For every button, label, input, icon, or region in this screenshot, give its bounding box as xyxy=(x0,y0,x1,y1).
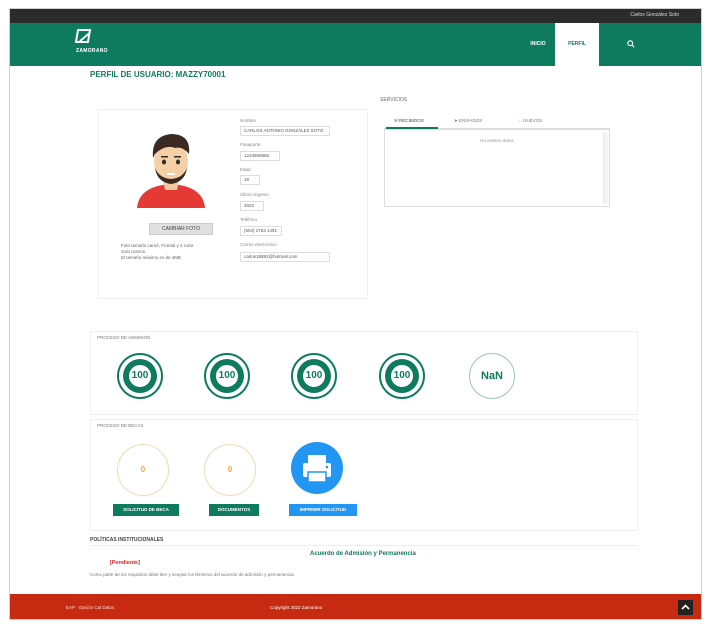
top-bar: Carlos González Soto xyxy=(10,9,701,23)
documentos-button[interactable]: DOCUMENTOS xyxy=(209,504,259,516)
services-tabs: ✉ RECIBIDOS ➤ ENVIADOS ☆ NUEVOS xyxy=(384,115,610,129)
becas-counter: 0 xyxy=(204,444,256,496)
tab-enviados[interactable]: ➤ ENVIADOS xyxy=(454,118,482,124)
profile-card: CAMBIAR FOTO Foto tamaño carné, Frontal … xyxy=(90,97,626,305)
change-photo-button[interactable]: CAMBIAR FOTO xyxy=(149,223,213,235)
progress-value: 100 xyxy=(128,364,152,388)
becas-section: PROCESO DE BECAS 0 0 SOLICITUD DE BECA D… xyxy=(90,419,638,531)
back-to-top-button[interactable] xyxy=(678,600,693,615)
logo-text: ZAMORANO xyxy=(76,48,108,54)
telefono-field[interactable]: (504) 2763 1491 xyxy=(240,226,282,236)
field-label-ultimo-ingreso: Último ingreso xyxy=(240,192,269,197)
zamorano-logo[interactable]: ZAMORANO xyxy=(74,29,120,59)
field-label-correo: Correo electrónico xyxy=(240,242,277,247)
field-label-pasaporte: Pasaporte xyxy=(240,142,261,147)
nav-perfil[interactable]: PERFIL xyxy=(555,23,599,66)
field-label-nombre: Nombre xyxy=(240,118,257,123)
status-badge: [Pendiente] xyxy=(110,560,140,566)
politicas-title: POLÍTICAS INSTITUCIONALES xyxy=(90,537,164,543)
page-title: PERFIL DE USUARIO: MAZZY70001 xyxy=(90,70,226,79)
chevron-up-icon xyxy=(681,604,690,610)
nombre-field[interactable]: CARLOS ANTONIO GONZÁLEZ SOTO xyxy=(240,126,330,136)
services-panel: SERVICIOS ✉ RECIBIDOS ➤ ENVIADOS ☆ NUEVO… xyxy=(380,97,626,297)
progress-value: 100 xyxy=(302,364,326,388)
profile-box: CAMBIAR FOTO Foto tamaño carné, Frontal … xyxy=(98,109,368,299)
tab-nuevos[interactable]: ☆ NUEVOS xyxy=(518,118,542,124)
admision-progress-ring: 100 xyxy=(117,353,163,399)
logo-mark-icon xyxy=(74,29,92,43)
becas-counter: 0 xyxy=(117,444,169,496)
politicas-note: Como parte de los requisitos debe leer y… xyxy=(90,572,295,577)
panel-scrollbar[interactable] xyxy=(603,132,608,204)
app-frame: Carlos González Soto ZAMORANO INICIO PER… xyxy=(9,8,702,620)
empty-message: No existen datos xyxy=(480,138,514,143)
user-name[interactable]: Carlos González Soto xyxy=(630,12,679,18)
pasaporte-field[interactable]: 1234566856 xyxy=(240,151,280,161)
admision-progress-ring: 100 xyxy=(204,353,250,399)
search-icon[interactable] xyxy=(616,23,646,66)
field-label-telefono: Teléfono xyxy=(240,217,258,222)
nav-inicio[interactable]: INICIO xyxy=(518,23,558,66)
progress-value: 100 xyxy=(390,364,414,388)
field-label-edad: Edad xyxy=(240,167,251,172)
correo-field[interactable]: carlos18882@hotmail.com xyxy=(240,252,330,262)
imprimir-solicitud-button[interactable]: IMPRIMIR SOLICITUD xyxy=(289,504,357,516)
admision-title: PROCESO DE ADMISIÓN xyxy=(97,335,151,340)
acuerdo-link[interactable]: Acuerdo de Admisión y Permanencia xyxy=(310,551,416,557)
footer: EAP · Opción Cal Datos Copyright 2022 Za… xyxy=(10,594,701,619)
avatar xyxy=(137,134,205,208)
becas-title: PROCESO DE BECAS xyxy=(97,423,144,428)
photo-note: Foto tamaño carné, Frontal y a color. So… xyxy=(121,243,211,261)
services-title: SERVICIOS xyxy=(380,97,408,103)
footer-left-text[interactable]: EAP · Opción Cal Datos xyxy=(66,605,114,610)
tab-label: NUEVOS xyxy=(523,118,543,123)
admision-progress-ring: NaN xyxy=(469,353,515,399)
solicitud-beca-button[interactable]: SOLICITUD DE BECA xyxy=(113,504,179,516)
printer-icon[interactable] xyxy=(291,442,343,494)
tab-recibidos[interactable]: ✉ RECIBIDOS xyxy=(394,118,424,124)
tab-label: RECIBIDOS xyxy=(399,118,424,123)
services-tab-panel: No existen datos xyxy=(384,129,610,207)
admision-progress-ring: 100 xyxy=(379,353,425,399)
progress-value: 100 xyxy=(215,364,239,388)
footer-copyright: Copyright 2022 Zamorano xyxy=(270,605,323,610)
admision-section: PROCESO DE ADMISIÓN 100 100 100 100 NaN xyxy=(90,331,638,415)
politicas-divider xyxy=(90,545,638,546)
ultimo-ingreso-field[interactable]: 2022 xyxy=(240,201,264,211)
admision-progress-ring: 100 xyxy=(291,353,337,399)
photo-note-line: El tamaño máximo es de 4MB xyxy=(121,255,182,260)
tab-label: ENVIADOS xyxy=(459,118,483,123)
edad-field[interactable]: 18 xyxy=(240,175,260,185)
main-navbar: ZAMORANO INICIO PERFIL xyxy=(10,23,701,66)
